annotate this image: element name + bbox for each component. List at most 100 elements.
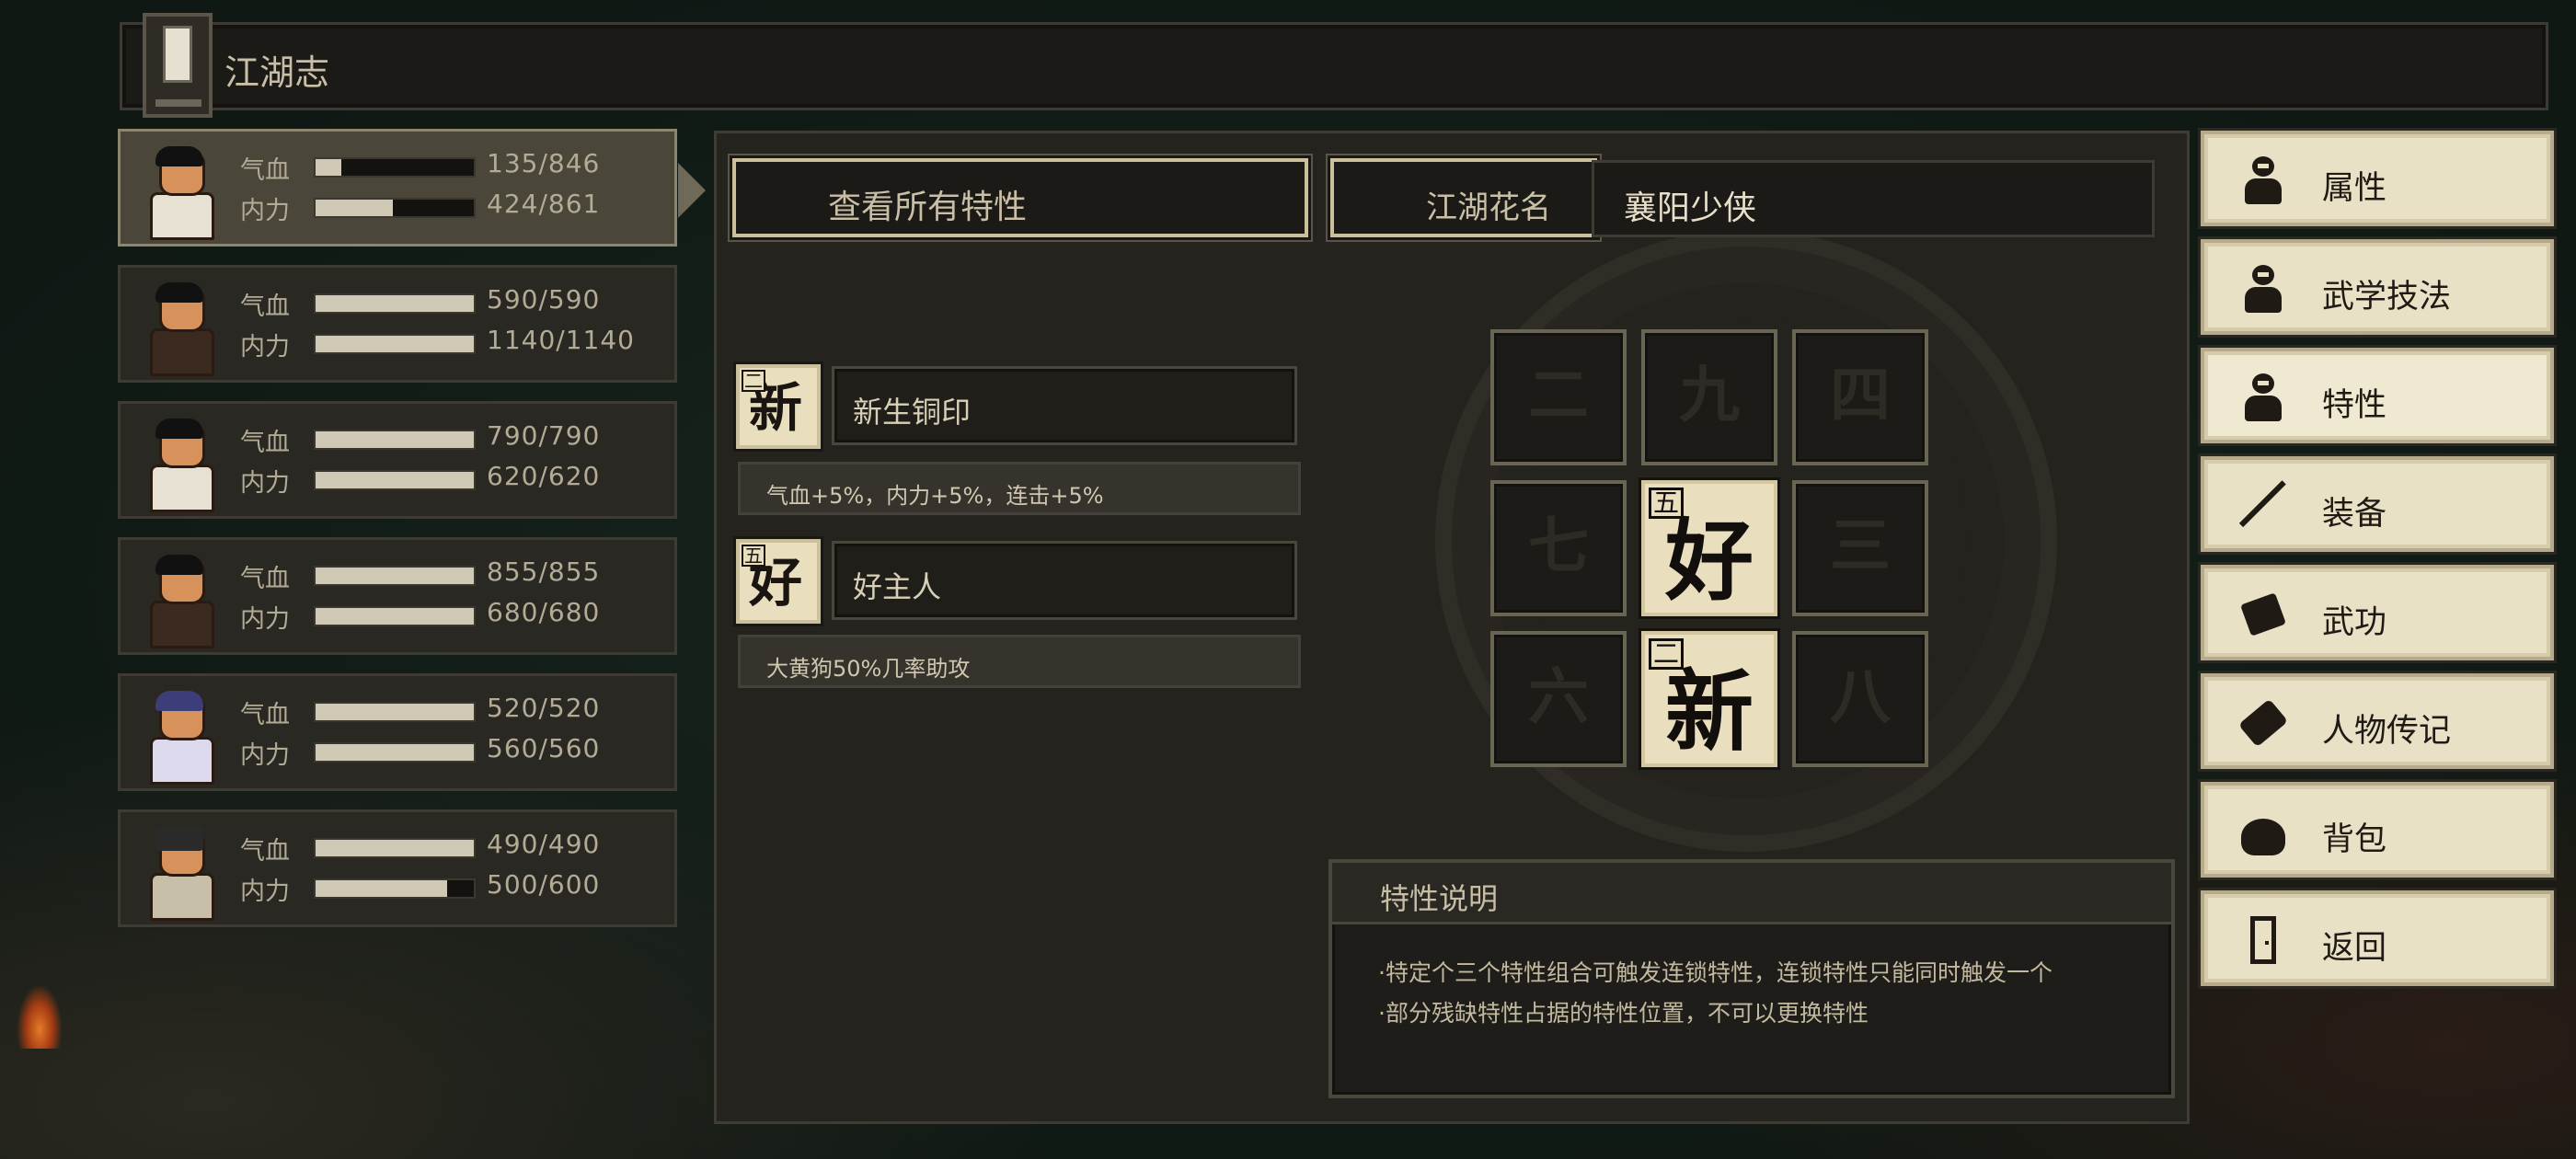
trait-name-box[interactable]: 新生铜印 [832, 366, 1297, 445]
hp-bar [314, 430, 476, 450]
slot-number: 九 [1679, 359, 1740, 430]
door-icon [2237, 914, 2289, 966]
mp-bar [314, 878, 476, 899]
nickname-value: 襄阳少侠 [1624, 189, 1757, 227]
party-member-3[interactable]: 气血 790/790 内力 620/620 [118, 401, 677, 519]
explanation-header: 特性说明 [1332, 863, 2171, 924]
menu-traits-button[interactable]: 特性 [2201, 348, 2554, 443]
slot-number: 七 [1528, 510, 1589, 581]
slot-number: 二 [1528, 359, 1589, 430]
view-all-traits-button[interactable]: 查看所有特性 [732, 158, 1308, 237]
avatar [135, 413, 224, 512]
menu-label: 人物传记 [2322, 713, 2452, 750]
mp-value: 620/620 [487, 461, 601, 491]
trait-slot-3[interactable]: 四 [1792, 329, 1928, 465]
menu-kungfu-button[interactable]: 武功 [2201, 565, 2554, 660]
mp-bar [314, 742, 476, 763]
trait-slot-2[interactable]: 九 [1641, 329, 1777, 465]
book-icon [2237, 589, 2289, 640]
mp-value: 560/560 [487, 733, 601, 763]
avatar [135, 141, 224, 240]
avatar [135, 549, 224, 648]
menu-label: 返回 [2322, 930, 2387, 967]
bag-icon [2237, 806, 2289, 857]
menu-label: 背包 [2322, 821, 2387, 858]
menu-back-button[interactable]: 返回 [2201, 890, 2554, 986]
trait-slot-8[interactable]: 新 二 [1641, 631, 1777, 767]
avatar [135, 821, 224, 921]
slot-number: 八 [1830, 660, 1891, 732]
trait-name: 好主人 [853, 569, 942, 604]
hp-label: 气血 [240, 293, 290, 321]
title-bar [120, 22, 2548, 110]
menu-equipment-button[interactable]: 装备 [2201, 456, 2554, 552]
menu-attributes-button[interactable]: 属性 [2201, 131, 2554, 226]
sword-icon [2237, 480, 2289, 532]
window-title: 江湖志 [224, 52, 330, 93]
party-list: 气血 135/846 内力 424/861 气血 590/590 内力 1140… [118, 129, 706, 946]
trait-name-box[interactable]: 好主人 [832, 541, 1297, 620]
trait-slot-6[interactable]: 三 [1792, 480, 1928, 616]
menu-label: 武功 [2322, 604, 2387, 641]
character-menu: 属性 武学技法 特性 装备 武功 人物传记 背包 返回 [2201, 131, 2556, 999]
trait-slot-7[interactable]: 六 [1490, 631, 1627, 767]
slot-number: 四 [1830, 359, 1891, 430]
hp-value: 520/520 [487, 693, 601, 723]
mp-label: 内力 [240, 878, 290, 906]
explanation-title: 特性说明 [1380, 881, 1499, 916]
person-sparkle-icon [2237, 263, 2289, 315]
party-member-5[interactable]: 气血 520/520 内力 560/560 [118, 673, 677, 791]
nickname-label-box: 江湖花名 [1330, 158, 1597, 237]
party-member-4[interactable]: 气血 855/855 内力 680/680 [118, 537, 677, 655]
avatar [135, 685, 224, 785]
trait-icon-new[interactable]: 新 二 [736, 364, 821, 449]
trait-name: 新生铜印 [853, 395, 972, 430]
menu-biography-button[interactable]: 人物传记 [2201, 673, 2554, 769]
trait-slot-5[interactable]: 好 五 [1641, 480, 1777, 616]
nickname-field[interactable]: 襄阳少侠 [1592, 160, 2155, 237]
menu-label: 特性 [2322, 387, 2387, 424]
slot-trait-rank: 五 [1649, 488, 1685, 519]
person-icon [2237, 155, 2289, 206]
journal-book-icon [143, 13, 213, 118]
campfire-decoration [17, 984, 63, 1049]
hp-label: 气血 [240, 837, 290, 866]
hp-bar [314, 566, 476, 586]
mp-bar [314, 606, 476, 626]
trait-description: 大黄狗50%几率助攻 [738, 635, 1301, 688]
mp-value: 680/680 [487, 597, 601, 627]
trait-explanation-box: 特性说明 ·特定个三个特性组合可触发连锁特性，连锁特性只能同时触发一个 ·部分残… [1328, 859, 2175, 1098]
slot-trait-glyph: 好 [1665, 509, 1754, 613]
mp-label: 内力 [240, 333, 290, 361]
trait-slot-1[interactable]: 二 [1490, 329, 1627, 465]
hp-label: 气血 [240, 429, 290, 457]
party-member-6[interactable]: 气血 490/490 内力 500/600 [118, 809, 677, 927]
party-member-1[interactable]: 气血 135/846 内力 424/861 [118, 129, 706, 247]
explanation-line: ·特定个三个特性组合可触发连锁特性，连锁特性只能同时触发一个 [1378, 959, 2053, 986]
mp-label: 内力 [240, 605, 290, 634]
mp-value: 500/600 [487, 869, 601, 900]
hp-value: 790/790 [487, 420, 601, 451]
trait-desc-text: 气血+5%，内力+5%，连击+5% [766, 483, 1104, 509]
menu-backpack-button[interactable]: 背包 [2201, 782, 2554, 878]
mp-bar [314, 198, 476, 218]
trait-description: 气血+5%，内力+5%，连击+5% [738, 462, 1301, 515]
menu-label: 装备 [2322, 496, 2387, 533]
hp-bar [314, 838, 476, 858]
avatar [135, 277, 224, 376]
explanation-line: ·部分残缺特性占据的特性位置，不可以更换特性 [1378, 1000, 1869, 1027]
mp-bar [314, 470, 476, 490]
hp-bar [314, 702, 476, 722]
trait-slot-9[interactable]: 八 [1792, 631, 1928, 767]
trait-slot-4[interactable]: 七 [1490, 480, 1627, 616]
menu-martial-skills-button[interactable]: 武学技法 [2201, 239, 2554, 335]
hp-value: 855/855 [487, 557, 601, 587]
mp-label: 内力 [240, 741, 290, 770]
party-member-2[interactable]: 气血 590/590 内力 1140/1140 [118, 265, 677, 383]
mp-label: 内力 [240, 197, 290, 225]
menu-label: 属性 [2322, 170, 2387, 207]
hp-label: 气血 [240, 156, 290, 185]
hp-value: 490/490 [487, 829, 601, 859]
person-heart-icon [2237, 372, 2289, 423]
trait-icon-good[interactable]: 好 五 [736, 539, 821, 624]
